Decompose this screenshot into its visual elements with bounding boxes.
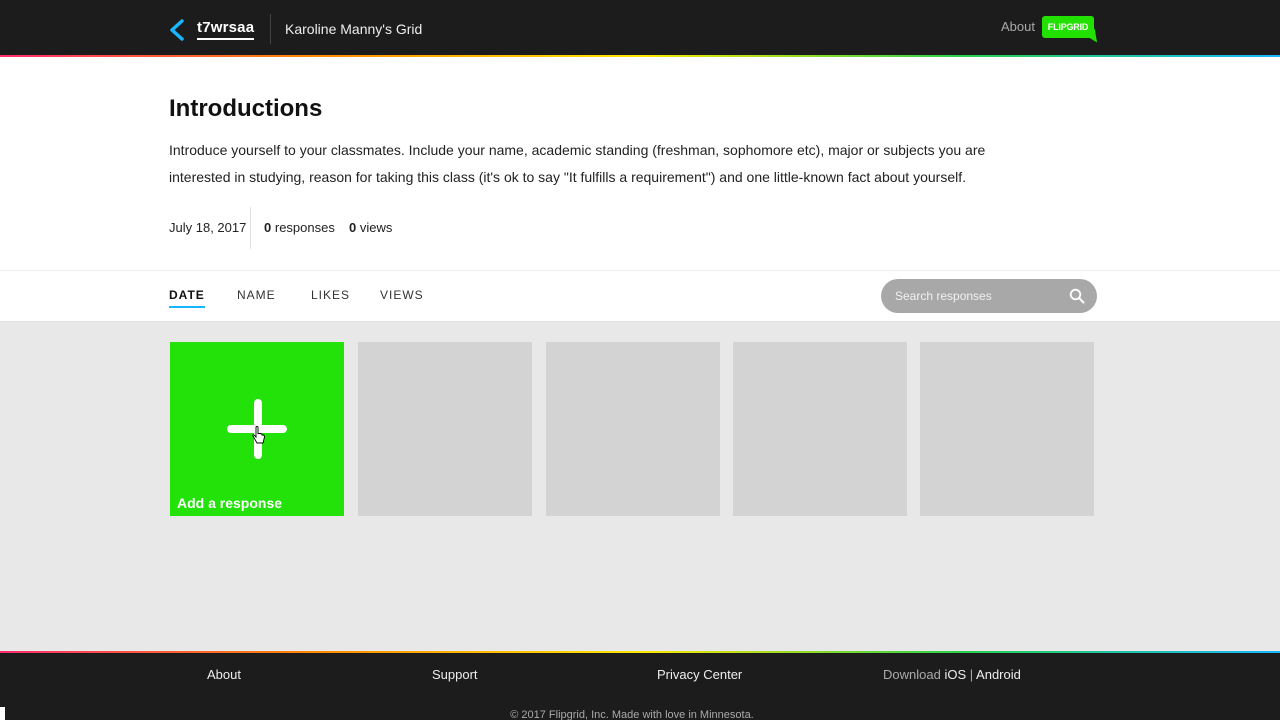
- responses-count: 0 responses: [264, 220, 335, 235]
- copyright: © 2017 Flipgrid, Inc. Made with love in …: [510, 709, 754, 720]
- topic-section: Introductions Introduce yourself to your…: [0, 57, 1280, 270]
- search-icon[interactable]: [1069, 288, 1085, 304]
- footer-about-link[interactable]: About: [207, 667, 241, 682]
- header-divider: [270, 14, 271, 44]
- download-separator: |: [969, 667, 974, 682]
- response-placeholder-tile: [358, 342, 532, 516]
- sort-tab-date[interactable]: DATE: [169, 288, 205, 308]
- flipgrid-logo[interactable]: FLIPGRID: [1042, 16, 1098, 46]
- search-box: [881, 279, 1097, 313]
- responses-number: 0: [264, 220, 272, 235]
- response-placeholder-tile: [546, 342, 720, 516]
- grid-code[interactable]: t7wrsaa: [197, 19, 255, 40]
- footer-privacy-link[interactable]: Privacy Center: [657, 667, 742, 682]
- download-android-link[interactable]: Android: [976, 667, 1021, 682]
- corner-mark: [0, 707, 5, 720]
- views-label: views: [359, 220, 393, 235]
- footer: About Support Privacy Center Download iO…: [0, 651, 1280, 720]
- top-header: t7wrsaa Karoline Manny's Grid About FLIP…: [0, 0, 1280, 57]
- download-label: Download: [883, 667, 941, 682]
- response-placeholder-tile: [920, 342, 1094, 516]
- topic-description: Introduce yourself to your classmates. I…: [169, 142, 986, 185]
- topic-title: Introductions: [169, 95, 323, 122]
- footer-support-link[interactable]: Support: [432, 667, 478, 682]
- sort-tab-name[interactable]: NAME: [237, 288, 276, 302]
- responses-label: responses: [274, 220, 335, 235]
- meta-divider: [250, 207, 251, 249]
- add-response-button[interactable]: Add a response: [170, 342, 344, 516]
- download-ios-link[interactable]: iOS: [944, 667, 966, 682]
- logo-text: FLIPGRID: [1042, 16, 1094, 38]
- sort-tab-likes[interactable]: LIKES: [311, 288, 350, 302]
- sort-bar: DATE NAME LIKES VIEWS: [0, 270, 1280, 322]
- footer-rainbow-strip: [0, 651, 1280, 653]
- search-input[interactable]: [895, 287, 1065, 305]
- response-placeholder-tile: [733, 342, 907, 516]
- chevron-left-icon[interactable]: [168, 19, 186, 41]
- add-response-label: Add a response: [177, 495, 283, 511]
- footer-download: Download iOS | Android: [883, 667, 1021, 682]
- grid-name: Karoline Manny's Grid: [285, 21, 423, 37]
- topic-date: July 18, 2017: [169, 220, 247, 235]
- views-number: 0: [349, 220, 357, 235]
- views-count: 0 views: [349, 220, 392, 235]
- header-about-link[interactable]: About: [1001, 19, 1035, 34]
- sort-tab-views[interactable]: VIEWS: [380, 288, 424, 302]
- hand-cursor-icon: [252, 426, 265, 444]
